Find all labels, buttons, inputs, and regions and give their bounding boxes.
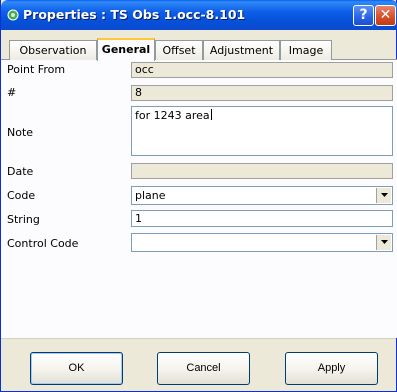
- apply-button[interactable]: Apply: [285, 352, 378, 385]
- control-code-label: Control Code: [7, 237, 79, 250]
- tab-image[interactable]: Image: [280, 40, 332, 60]
- tab-general[interactable]: General: [97, 38, 155, 61]
- help-button[interactable]: ?: [353, 5, 374, 26]
- note-label: Note: [7, 126, 34, 139]
- number-label: #: [7, 86, 17, 99]
- close-button[interactable]: ✕: [375, 5, 396, 26]
- point-from-label: Point From: [7, 63, 66, 76]
- date-field[interactable]: [131, 163, 393, 179]
- code-dropdown[interactable]: plane: [131, 186, 393, 205]
- window-title: Properties : TS Obs 1.occ-8.101: [23, 7, 246, 22]
- tab-adjustment[interactable]: Adjustment: [203, 40, 280, 60]
- note-textarea[interactable]: for 1243 area: [131, 106, 393, 156]
- number-field: 8: [131, 85, 393, 101]
- tab-observation[interactable]: Observation: [9, 40, 97, 60]
- code-value: plane: [135, 189, 166, 202]
- string-field[interactable]: 1: [131, 210, 393, 227]
- tab-offset[interactable]: Offset: [155, 40, 203, 60]
- footer-divider: [1, 338, 396, 339]
- control-code-dropdown-button[interactable]: [376, 235, 391, 250]
- app-icon: [6, 8, 20, 22]
- chevron-down-icon: [381, 240, 388, 244]
- tab-bar: Observation General Offset Adjustment Im…: [1, 38, 397, 61]
- note-text: for 1243 area: [135, 109, 210, 122]
- text-caret: [210, 109, 212, 120]
- properties-window: Properties : TS Obs 1.occ-8.101 ? ✕ Obse…: [0, 0, 397, 392]
- string-label: String: [7, 213, 40, 226]
- cancel-button[interactable]: Cancel: [157, 352, 250, 385]
- point-from-field: occ: [131, 62, 393, 78]
- date-label: Date: [7, 165, 34, 178]
- code-label: Code: [7, 189, 36, 202]
- chevron-down-icon: [381, 193, 388, 197]
- ok-button[interactable]: OK: [30, 352, 123, 385]
- title-bar[interactable]: Properties : TS Obs 1.occ-8.101 ? ✕: [1, 0, 397, 30]
- code-dropdown-button[interactable]: [376, 188, 391, 203]
- control-code-dropdown[interactable]: [131, 233, 393, 252]
